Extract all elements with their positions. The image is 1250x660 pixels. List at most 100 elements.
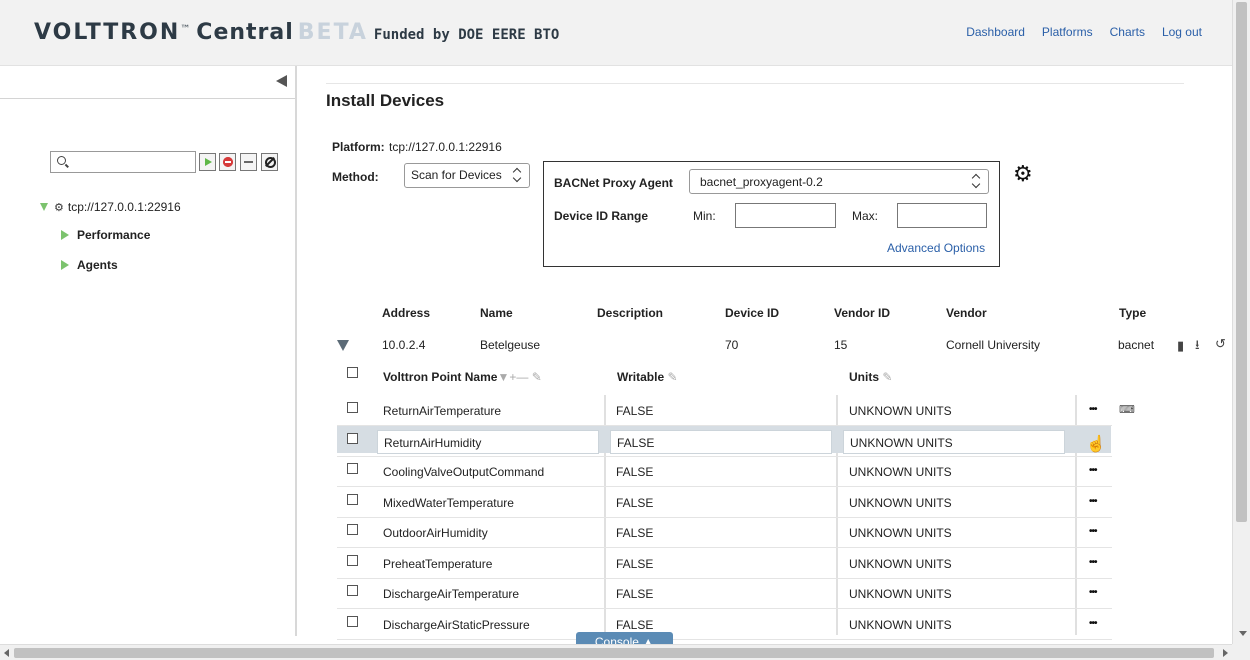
- platform-value: tcp://127.0.0.1:22916: [389, 140, 502, 154]
- row-checkbox[interactable]: [347, 494, 358, 505]
- max-id-input[interactable]: [897, 203, 987, 228]
- select-all-checkbox[interactable]: [347, 367, 358, 378]
- search-icon: [57, 156, 66, 165]
- writable-cell[interactable]: FALSE: [610, 521, 832, 545]
- min-id-input[interactable]: [735, 203, 836, 228]
- units-cell[interactable]: UNKNOWN UNITS: [843, 460, 1065, 484]
- vertical-scrollbar[interactable]: [1232, 0, 1250, 644]
- keyboard-icon[interactable]: ⌨: [1119, 403, 1135, 416]
- units-cell[interactable]: UNKNOWN UNITS: [843, 399, 1065, 423]
- units-cell[interactable]: UNKNOWN UNITS: [843, 521, 1065, 545]
- horizontal-scrollbar[interactable]: [0, 644, 1232, 660]
- edit-pencil-icon[interactable]: ✎: [882, 370, 892, 384]
- scroll-left-arrow-icon[interactable]: [4, 649, 9, 657]
- units-cell[interactable]: UNKNOWN UNITS: [843, 582, 1065, 606]
- edit-pencil-icon[interactable]: ✎: [667, 370, 677, 384]
- refresh-icon[interactable]: ↺: [1215, 336, 1226, 352]
- main-divider: [326, 83, 1184, 84]
- collapsed-triangle-icon[interactable]: [61, 260, 69, 270]
- expand-triangle-icon[interactable]: [40, 203, 48, 211]
- vertical-scroll-thumb[interactable]: [1236, 2, 1247, 522]
- row-options-icon[interactable]: •••: [1089, 618, 1097, 629]
- point-name-cell[interactable]: MixedWaterTemperature: [377, 491, 599, 515]
- point-name-cell[interactable]: DischargeAirStaticPressure: [377, 613, 599, 637]
- scroll-down-arrow-icon[interactable]: [1239, 631, 1247, 636]
- row-divider: [337, 608, 1112, 609]
- select-arrows-icon: [972, 174, 981, 188]
- units-cell[interactable]: UNKNOWN UNITS: [843, 491, 1065, 515]
- col-description: Description: [597, 306, 664, 320]
- collapse-device-icon[interactable]: [337, 340, 349, 351]
- point-name-cell[interactable]: OutdoorAirHumidity: [377, 521, 599, 545]
- remove-column-icon[interactable]: —: [516, 370, 528, 384]
- point-name-cell[interactable]: ReturnAirHumidity: [377, 430, 599, 454]
- tree-item-platform[interactable]: ⚙ tcp://127.0.0.1:22916: [40, 200, 181, 214]
- proxy-agent-select[interactable]: bacnet_proxyagent-0.2: [689, 169, 989, 194]
- writable-cell[interactable]: FALSE: [610, 491, 832, 515]
- scrollbar-corner: [1232, 644, 1250, 660]
- app-header: VOLTTRON™ Central BETA Funded by DOE EERE B…: [0, 0, 1232, 66]
- edit-pencil-icon[interactable]: ✎: [532, 370, 542, 384]
- writable-cell[interactable]: FALSE: [610, 460, 832, 484]
- horizontal-scroll-thumb[interactable]: [14, 648, 1214, 658]
- filter-running-button[interactable]: [199, 153, 216, 171]
- nav-dashboard[interactable]: Dashboard: [966, 25, 1025, 39]
- advanced-options-link[interactable]: Advanced Options: [887, 241, 985, 255]
- filter-minus-button[interactable]: [240, 153, 257, 171]
- writable-cell[interactable]: FALSE: [610, 430, 832, 454]
- row-checkbox[interactable]: [347, 555, 358, 566]
- row-options-icon[interactable]: •••: [1089, 557, 1097, 568]
- collapsed-triangle-icon[interactable]: [61, 230, 69, 240]
- col-name: Name: [480, 306, 513, 320]
- point-name-cell[interactable]: PreheatTemperature: [377, 552, 599, 576]
- point-name-cell[interactable]: DischargeAirTemperature: [377, 582, 599, 606]
- tree-item-performance[interactable]: Performance: [61, 228, 150, 242]
- row-checkbox[interactable]: [347, 433, 358, 444]
- row-options-icon[interactable]: •••: [1089, 404, 1097, 415]
- file-icon[interactable]: ▮: [1177, 338, 1184, 354]
- row-options-icon[interactable]: •••: [1089, 465, 1097, 476]
- top-nav: Dashboard Platforms Charts Log out: [966, 25, 1202, 39]
- row-checkbox[interactable]: [347, 616, 358, 627]
- filter-stopped-button[interactable]: [219, 153, 236, 171]
- method-selected-value: Scan for Devices: [411, 168, 502, 182]
- row-options-icon[interactable]: •••: [1089, 587, 1097, 598]
- scroll-right-arrow-icon[interactable]: [1223, 649, 1228, 657]
- select-arrows-icon: [513, 168, 522, 182]
- method-select[interactable]: Scan for Devices: [404, 163, 530, 188]
- units-cell[interactable]: UNKNOWN UNITS: [843, 552, 1065, 576]
- nav-platforms[interactable]: Platforms: [1042, 25, 1093, 39]
- device-name: Betelgeuse: [480, 338, 541, 352]
- brand-funded: Funded by DOE EERE BTO: [373, 27, 560, 43]
- filter-icon[interactable]: ▼: [497, 370, 509, 384]
- tree-platform-label: tcp://127.0.0.1:22916: [67, 200, 181, 214]
- point-name-cell[interactable]: ReturnAirTemperature: [377, 399, 599, 423]
- row-options-icon[interactable]: •••: [1089, 496, 1097, 507]
- clear-filter-button[interactable]: [261, 153, 278, 171]
- sidebar-divider: [0, 98, 295, 99]
- gear-icon[interactable]: ⚙: [1013, 163, 1033, 185]
- writable-cell[interactable]: FALSE: [610, 399, 832, 423]
- tree-search-input[interactable]: [50, 151, 196, 173]
- writable-cell[interactable]: FALSE: [610, 582, 832, 606]
- row-checkbox[interactable]: [347, 463, 358, 474]
- col-point-name: Volttron Point Name▼+— ✎: [383, 370, 542, 384]
- units-cell[interactable]: UNKNOWN UNITS: [843, 430, 1065, 454]
- writable-cell[interactable]: FALSE: [610, 552, 832, 576]
- brand-central: Central: [196, 20, 294, 45]
- collapse-sidebar-icon[interactable]: [276, 75, 287, 87]
- units-cell[interactable]: UNKNOWN UNITS: [843, 613, 1065, 637]
- nav-charts[interactable]: Charts: [1110, 25, 1145, 39]
- row-checkbox[interactable]: [347, 402, 358, 413]
- upload-icon[interactable]: ⭳: [1195, 336, 1200, 358]
- device-vendor: Cornell University: [946, 338, 1041, 352]
- row-options-icon[interactable]: •••: [1089, 526, 1097, 537]
- row-checkbox[interactable]: [347, 585, 358, 596]
- brand-logo: VOLTTRON™ Central BETA Funded by DOE EERE B…: [34, 20, 559, 45]
- point-name-cell[interactable]: CoolingValveOutputCommand: [377, 460, 599, 484]
- tree-item-agents[interactable]: Agents: [61, 258, 118, 272]
- row-checkbox[interactable]: [347, 524, 358, 535]
- nav-logout[interactable]: Log out: [1162, 25, 1202, 39]
- device-range-label: Device ID Range: [554, 209, 649, 223]
- col-vendor: Vendor: [946, 306, 987, 320]
